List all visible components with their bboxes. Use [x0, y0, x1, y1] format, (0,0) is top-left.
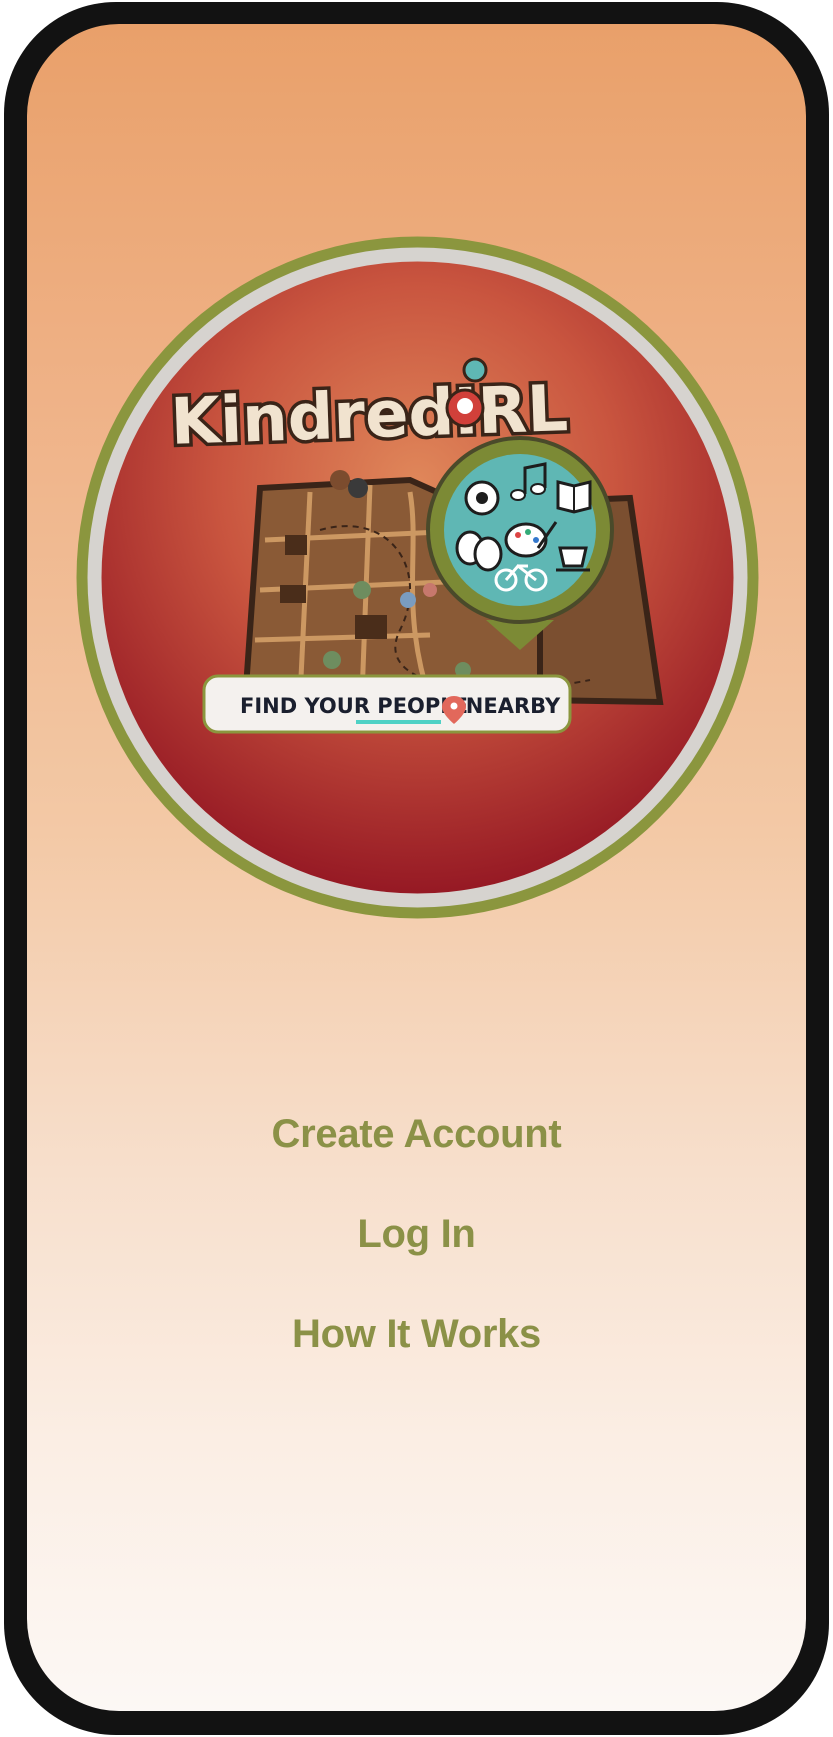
book-icon [556, 480, 592, 514]
tagline-suffix: NEARBY [466, 694, 561, 718]
tagline-prefix: FIND YOUR PEOPLE [240, 694, 468, 718]
log-in-button[interactable]: Log In [357, 1204, 475, 1264]
how-it-works-button[interactable]: How It Works [292, 1304, 541, 1364]
map-museum-icon [355, 615, 387, 639]
tagline-banner: FIND YOUR PEOPLE NEARBY [202, 674, 572, 734]
create-account-button[interactable]: Create Account [272, 1104, 562, 1164]
map-building-icon [280, 585, 306, 603]
map-house-icon [285, 535, 307, 555]
app-screen: KindredIRL FIND YOUR PEOPLE NEARBY Creat… [27, 24, 806, 1711]
app-logo: KindredIRL FIND YOUR PEOPLE NEARBY [70, 230, 765, 925]
auth-menu: Create Account Log In How It Works [27, 1104, 806, 1404]
phone-frame: KindredIRL FIND YOUR PEOPLE NEARBY Creat… [4, 2, 829, 1735]
soccer-ball-icon [464, 480, 500, 516]
map-music-marker [348, 478, 368, 498]
